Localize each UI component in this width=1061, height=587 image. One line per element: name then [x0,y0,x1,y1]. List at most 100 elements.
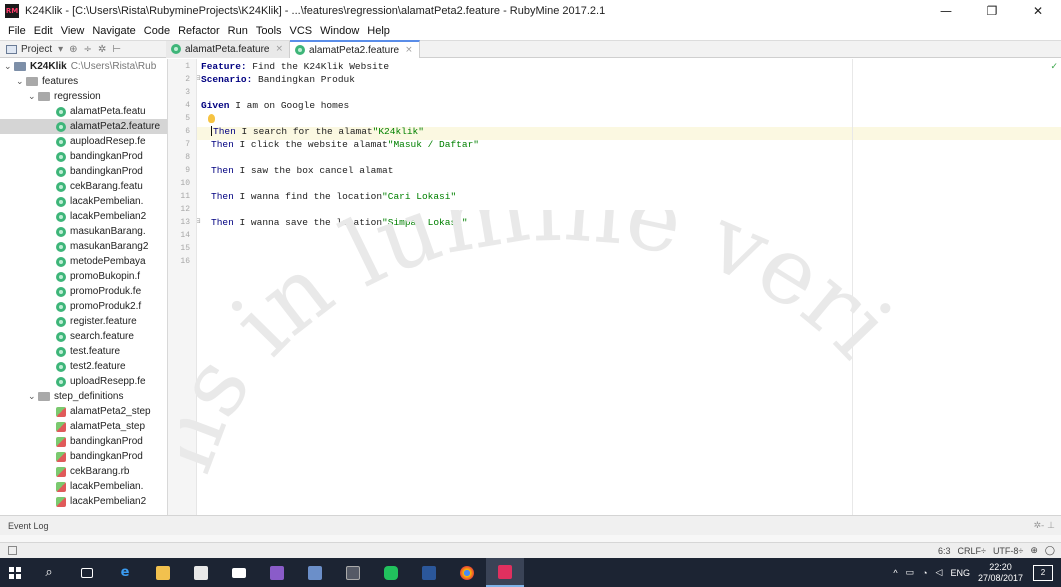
close-icon[interactable]: × [405,45,413,55]
tree-folder-features[interactable]: ⌄ features [0,74,167,89]
menu-vcs[interactable]: VCS [286,25,317,37]
tree-file[interactable]: auploadResep.fe [0,134,167,149]
split-icon[interactable]: ÷ [84,44,92,55]
panel-settings-icon[interactable]: ✲- ⊥ [1034,521,1056,531]
tab-alamatpeta-feature[interactable]: alamatPeta.feature × [166,40,291,58]
tree-file[interactable]: search.feature [0,329,167,344]
task-view-button[interactable] [68,558,106,587]
menu-refactor[interactable]: Refactor [174,25,224,37]
tree-file[interactable]: alamatPeta.featu [0,104,167,119]
editor-gutter[interactable]: 1 2 3 4 5 6 7 8 9 10 11 12 13 14 15 16 [168,59,197,515]
menu-run[interactable]: Run [224,25,252,37]
tree-folder-step-definitions[interactable]: ⌄ step_definitions [0,389,167,404]
taskbar-edge[interactable]: e [106,558,144,587]
tree-file[interactable]: lacakPembelian. [0,479,167,494]
tree-file[interactable]: metodePembaya [0,254,167,269]
tree-folder-label: step_definitions [54,391,124,402]
tab-alamatpeta2-feature[interactable]: alamatPeta2.feature × [290,40,420,58]
taskbar-terminal[interactable] [334,558,372,587]
menu-view[interactable]: View [57,25,89,37]
tree-file[interactable]: bandingkanProd [0,164,167,179]
tree-file-label: test.feature [70,346,121,357]
tree-file[interactable]: test.feature [0,344,167,359]
ruby-file-icon [56,481,66,492]
menu-bar: File Edit View Navigate Code Refactor Ru… [0,22,1061,40]
maximize-button[interactable]: ❐ [969,0,1015,22]
taskbar-vs[interactable] [258,558,296,587]
battery-icon[interactable]: ▭ [906,567,915,578]
taskbar-network[interactable] [296,558,334,587]
tree-file-selected[interactable]: alamatPeta2.feature [0,119,167,134]
tool-windows-icon[interactable] [8,546,17,555]
fold-icon[interactable]: ⊟ [197,217,201,225]
line-separator[interactable]: CRLF÷ [957,546,985,556]
project-view-dropdown[interactable]: Project ▾ ⊕ ÷ ✲ ⊢ [0,44,166,55]
menu-window[interactable]: Window [316,25,363,37]
tree-file[interactable]: promoBukopin.f [0,269,167,284]
taskbar-store[interactable] [182,558,220,587]
intention-bulb-icon[interactable] [208,114,215,123]
collapse-icon[interactable]: ⊢ [112,44,121,55]
tree-file[interactable]: alamatPeta2_step [0,404,167,419]
menu-file[interactable]: File [4,25,30,37]
chevron-down-icon[interactable]: ⌄ [28,92,38,102]
code-editor[interactable]: ✓ Feature: Find the K24Klik Website ⊟ Sce… [197,59,1061,515]
tree-file[interactable]: masukanBarang. [0,224,167,239]
tree-file[interactable]: masukanBarang2 [0,239,167,254]
menu-code[interactable]: Code [140,25,174,37]
menu-navigate[interactable]: Navigate [88,25,139,37]
tree-file[interactable]: cekBarang.rb [0,464,167,479]
tree-file[interactable]: cekBarang.featu [0,179,167,194]
taskbar-word[interactable] [410,558,448,587]
taskbar-line[interactable] [372,558,410,587]
menu-help[interactable]: Help [363,25,394,37]
taskbar-mail[interactable] [220,558,258,587]
tree-file[interactable]: promoProduk2.f [0,299,167,314]
close-icon[interactable]: × [276,44,284,54]
file-encoding[interactable]: UTF-8÷ [993,546,1023,556]
tree-file[interactable]: test2.feature [0,359,167,374]
sync-icon[interactable]: ⊕ [69,44,77,55]
chevron-down-icon[interactable]: ⌄ [16,77,26,87]
taskbar-explorer[interactable] [144,558,182,587]
fold-icon[interactable]: ⊟ [197,74,201,82]
start-button[interactable] [0,558,30,587]
clock[interactable]: 22:20 27/08/2017 [978,562,1023,584]
chevron-up-icon[interactable]: ^ [893,568,897,578]
tree-root-path: C:\Users\Rista\Rub [70,61,157,72]
chat-app-icon [384,565,398,580]
search-icon: ⌕ [45,565,53,580]
tree-folder-regression[interactable]: ⌄ regression [0,89,167,104]
taskbar-rubymine[interactable] [486,558,524,587]
gear-icon[interactable]: ✲ [98,44,106,55]
tree-file[interactable]: bandingkanProd [0,434,167,449]
tree-file[interactable]: bandingkanProd [0,449,167,464]
tree-file[interactable]: uploadResepp.fe [0,374,167,389]
wifi-icon[interactable]: ◔ [922,568,927,578]
tree-file[interactable]: register.feature [0,314,167,329]
minimize-button[interactable]: — [923,0,969,22]
caret-position[interactable]: 6:3 [938,546,951,556]
tree-file[interactable]: lacakPembelian2 [0,494,167,509]
search-button[interactable]: ⌕ [30,558,68,587]
chevron-down-icon[interactable]: ⌄ [28,392,38,402]
inspector-icon[interactable]: ◯ [1045,545,1055,556]
chevron-down-icon[interactable]: ⌄ [4,62,14,72]
taskbar-chrome[interactable] [448,558,486,587]
lock-icon[interactable]: ⊕ [1030,545,1038,556]
close-button[interactable]: ✕ [1015,0,1061,22]
notification-center-button[interactable]: 2 [1033,564,1053,581]
event-log-panel[interactable]: Event Log ✲- ⊥ [0,515,1061,535]
menu-edit[interactable]: Edit [30,25,57,37]
volume-icon[interactable]: ◁ [936,567,943,578]
menu-tools[interactable]: Tools [252,25,286,37]
event-log-content [0,535,1061,542]
tree-root[interactable]: ⌄ K24Klik C:\Users\Rista\Rub [0,59,167,74]
tree-file[interactable]: lacakPembelian. [0,194,167,209]
ruby-file-icon [56,466,66,477]
tree-file[interactable]: alamatPeta_step [0,419,167,434]
input-language[interactable]: ENG [950,568,970,578]
tree-file[interactable]: bandingkanProd [0,149,167,164]
tree-file[interactable]: lacakPembelian2 [0,209,167,224]
tree-file[interactable]: promoProduk.fe [0,284,167,299]
